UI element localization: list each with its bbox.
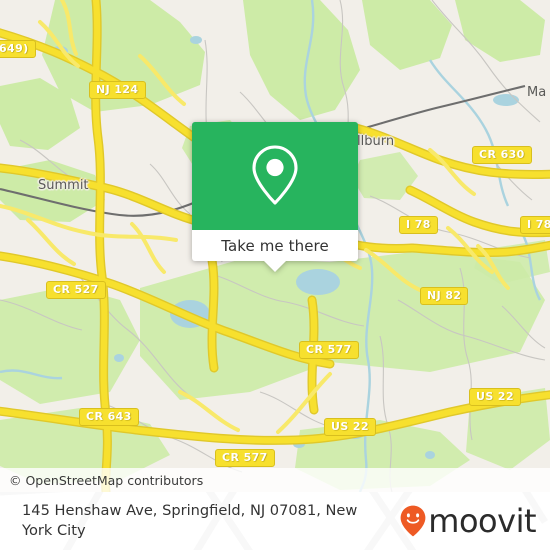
- popup-pointer-tail: [264, 261, 286, 272]
- address-text: 145 Henshaw Ave, Springfield, NJ 07081, …: [22, 502, 358, 539]
- highway-shield-cr649: 649): [0, 40, 36, 58]
- highway-shield-cr630: CR 630: [472, 146, 532, 164]
- highway-shield-nj124: NJ 124: [89, 81, 146, 99]
- highway-shield-cr527: CR 527: [46, 281, 106, 299]
- location-popup[interactable]: Take me there: [192, 122, 358, 272]
- take-me-there-label: Take me there: [221, 236, 329, 255]
- take-me-there-button[interactable]: Take me there: [192, 230, 358, 261]
- highway-shield-nj82: NJ 82: [420, 287, 469, 305]
- moovit-map-screen: Summit llburn Ma 649) NJ 124 CR 630 I 78…: [0, 0, 550, 550]
- moovit-wordmark: moovit: [428, 502, 536, 540]
- highway-shield-cr577-south: CR 577: [215, 449, 275, 467]
- moovit-brand: moovit: [400, 505, 550, 537]
- moovit-pin-logo-icon: [400, 505, 426, 537]
- highway-shield-i78-west: I 78: [399, 216, 438, 234]
- highway-shield-cr643: CR 643: [79, 408, 139, 426]
- map-canvas[interactable]: Summit llburn Ma 649) NJ 124 CR 630 I 78…: [0, 0, 550, 492]
- highway-shield-us22-east: US 22: [469, 388, 521, 406]
- highway-shield-cr577-north: CR 577: [299, 341, 359, 359]
- popup-header: [192, 122, 358, 230]
- osm-attribution-text: © OpenStreetMap contributors: [9, 472, 204, 488]
- osm-attribution-bar: © OpenStreetMap contributors: [0, 468, 550, 492]
- map-pin-icon: [252, 145, 298, 205]
- highway-shield-i78-east: I 78: [520, 216, 550, 234]
- highway-shield-us22-west: US 22: [324, 418, 376, 436]
- footer-bar: 145 Henshaw Ave, Springfield, NJ 07081, …: [0, 492, 550, 550]
